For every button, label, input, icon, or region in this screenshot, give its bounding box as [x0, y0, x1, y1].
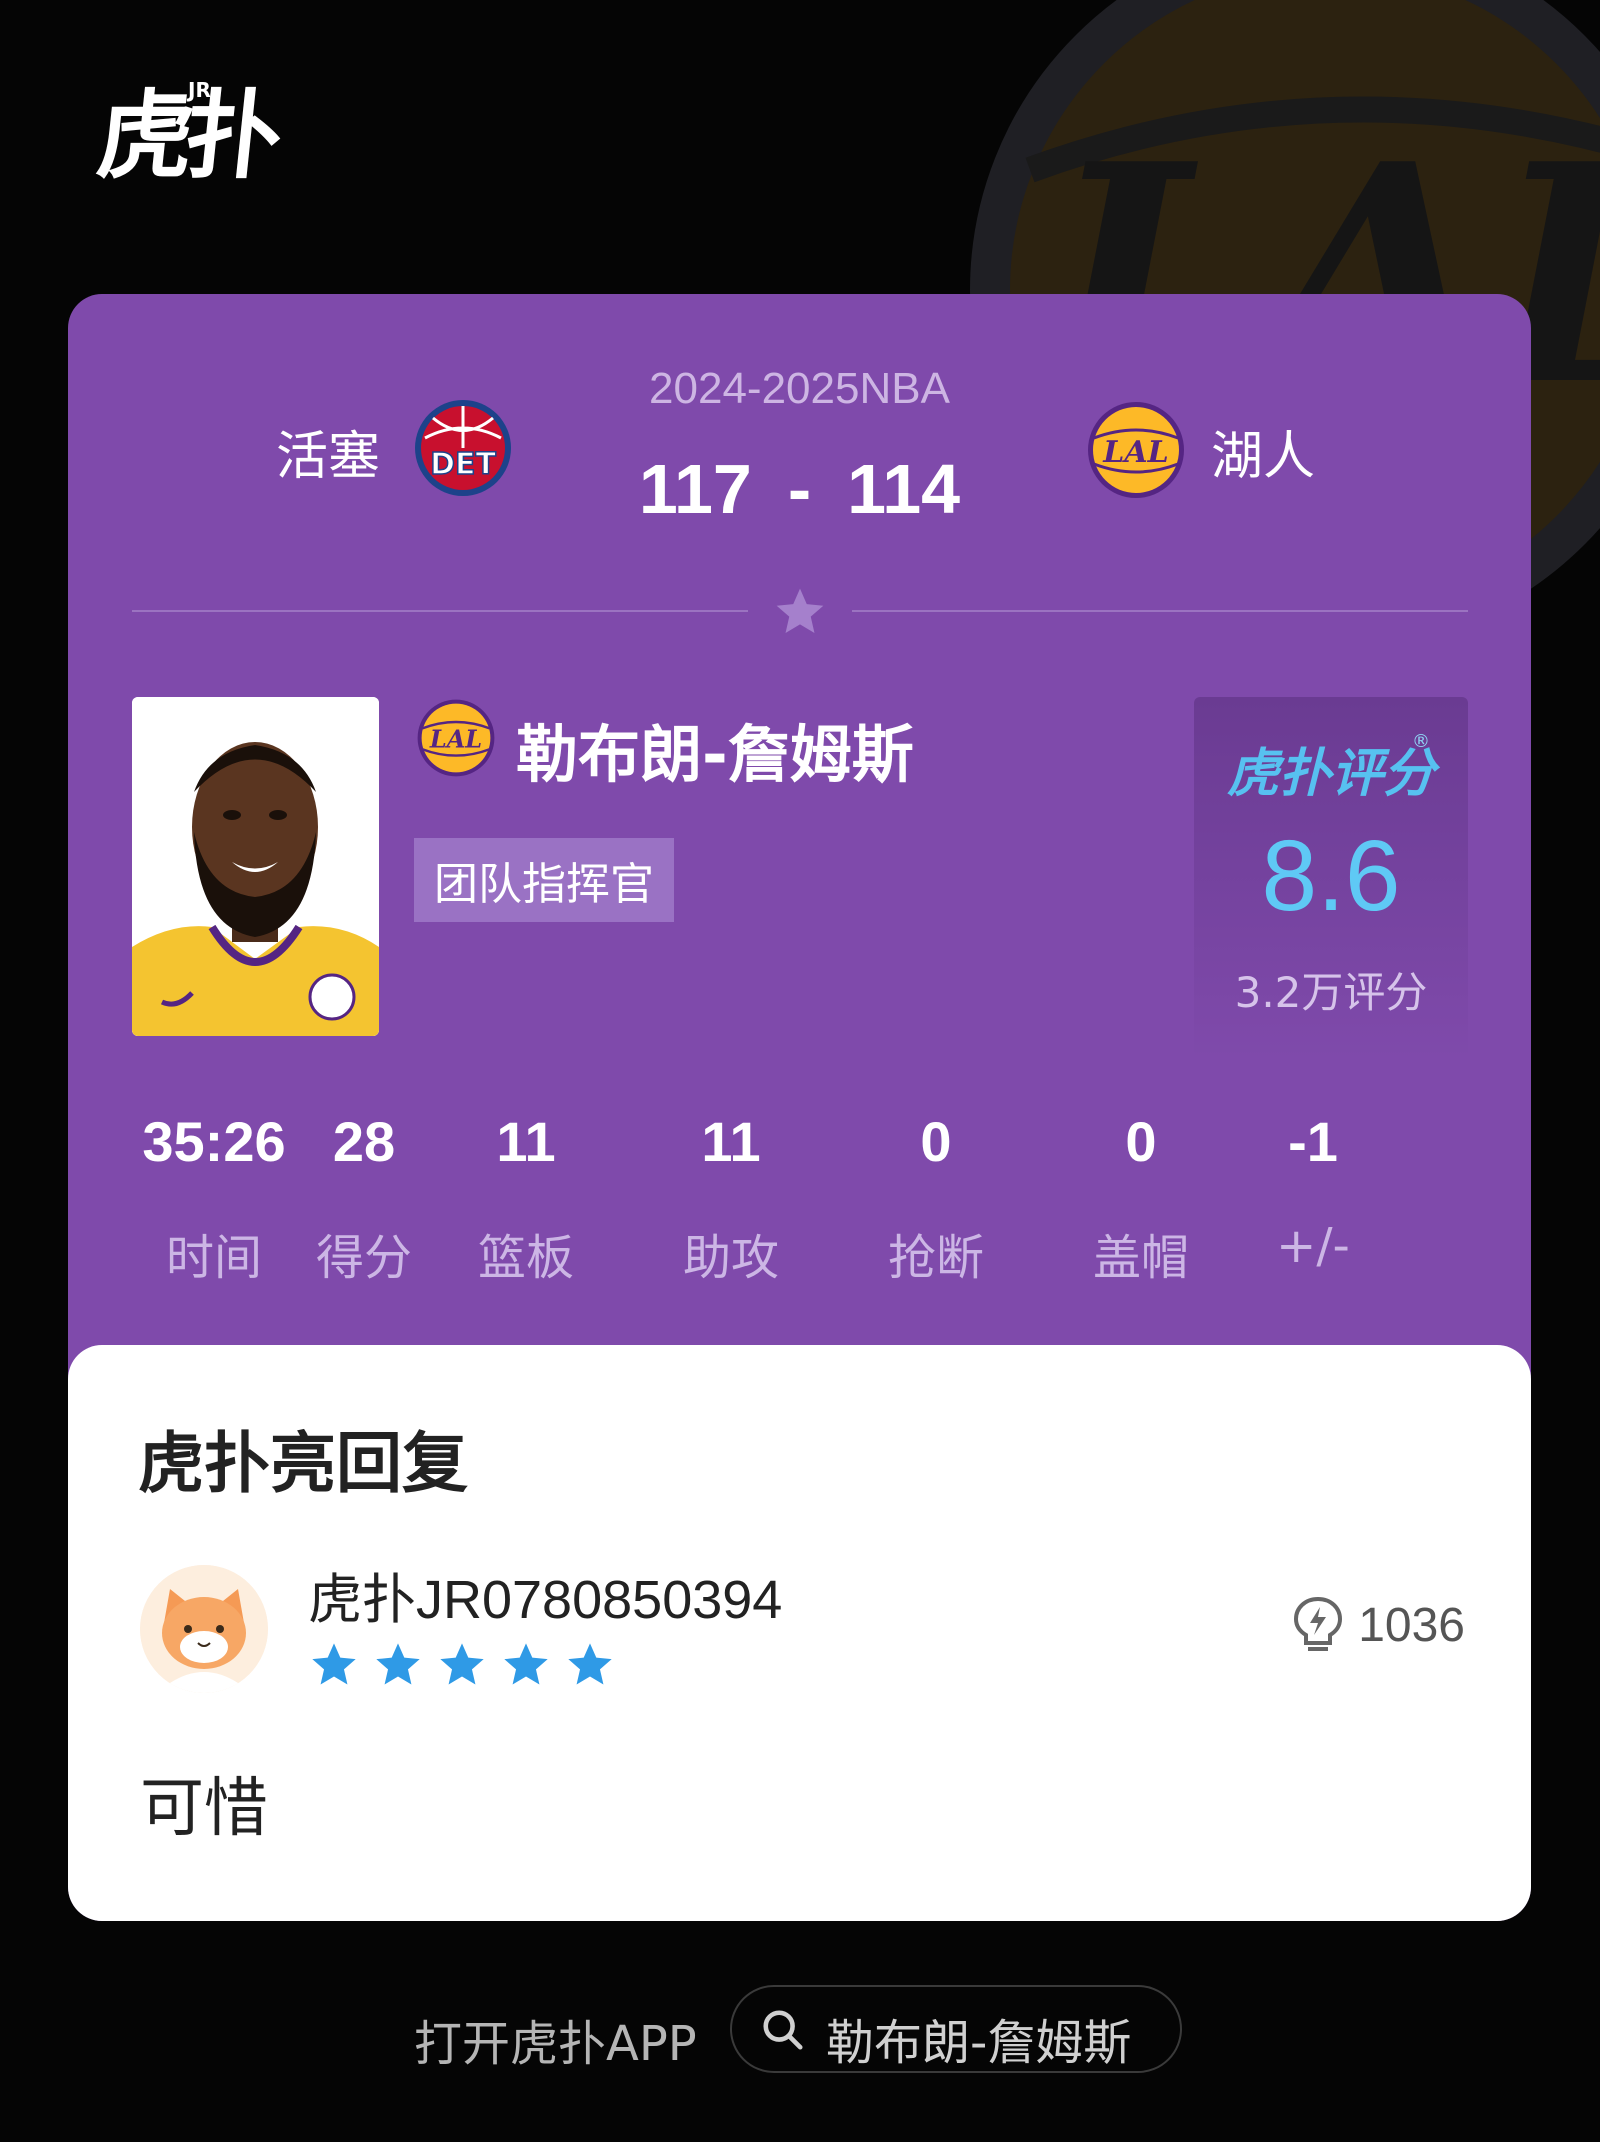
hupu-rating-box[interactable]: 虎扑评分 ® 8.6 3.2万评分 [1194, 697, 1468, 1059]
level-star-icon [312, 1643, 356, 1685]
reply-title: 虎扑亮回复 [138, 1425, 468, 1502]
stat-label-blocks: 盖帽 [1092, 1230, 1189, 1286]
cat-avatar-icon [140, 1565, 268, 1693]
level-star-icon [440, 1643, 484, 1685]
player-name[interactable]: 勒布朗-詹姆斯 [516, 704, 914, 794]
stat-value-plus-minus: -1 [1288, 1110, 1338, 1173]
rating-count: 3.2万评分 [1234, 968, 1428, 1017]
rating-score: 8.6 [1261, 820, 1401, 932]
stat-value-blocks: 0 [1125, 1110, 1157, 1173]
away-score: 114 [847, 450, 961, 528]
user-level-stars [308, 1639, 628, 1695]
stat-label-rebounds: 篮板 [477, 1230, 574, 1286]
stat-value-rebounds: 11 [496, 1110, 556, 1173]
score-separator: - [787, 450, 812, 528]
reply-username[interactable]: 虎扑JR0780850394 [308, 1555, 782, 1634]
lal-logo-text: LAL [1102, 435, 1168, 470]
level-star-icon [504, 1643, 548, 1685]
stat-label-plus-minus: +/- [1276, 1218, 1350, 1274]
level-star-icon [568, 1643, 612, 1685]
like-button[interactable]: 1036 [1292, 1595, 1465, 1655]
search-text: 勒布朗-詹姆斯 [826, 2015, 1132, 2071]
home-score: 117 [638, 450, 752, 528]
season-label: 2024-2025NBA [649, 364, 950, 413]
stat-value-assists: 11 [701, 1110, 761, 1173]
stat-label-assists: 助攻 [682, 1230, 779, 1286]
avatar[interactable] [140, 1565, 268, 1693]
brand-jr: JR [188, 78, 211, 102]
divider-right [852, 610, 1468, 612]
star-icon [776, 588, 824, 633]
search-icon [763, 2010, 803, 2050]
lightbulb-icon [1294, 1596, 1343, 1651]
stat-label-steals: 抢断 [887, 1230, 984, 1286]
brand-name: 虎扑 [92, 80, 280, 192]
search-pill[interactable]: 勒布朗-詹姆斯 [730, 1985, 1182, 2073]
top-reply-panel: 虎扑亮回复 虎扑JR0780850394 1036 可惜 [68, 1345, 1531, 1921]
player-logo-text: LAL [429, 725, 482, 754]
level-star-icon [376, 1643, 420, 1685]
divider-left [132, 610, 748, 612]
open-app-link[interactable]: 打开虎扑APP [414, 2004, 697, 2074]
player-portrait-image [132, 697, 379, 1036]
reply-content: 可惜 [140, 1772, 268, 1846]
lakers-logo-icon: LAL [1088, 402, 1184, 498]
player-team-logo-icon: LAL [417, 699, 495, 777]
hupu-logo: 虎扑 JR [92, 78, 280, 192]
like-count: 1036 [1358, 1598, 1465, 1652]
player-role-tag: 团队指挥官 [414, 838, 674, 922]
player-photo [132, 697, 379, 1036]
registered-mark: ® [1412, 731, 1430, 752]
stat-value-steals: 0 [920, 1110, 952, 1173]
away-team-name: 湖人 [1211, 427, 1316, 487]
